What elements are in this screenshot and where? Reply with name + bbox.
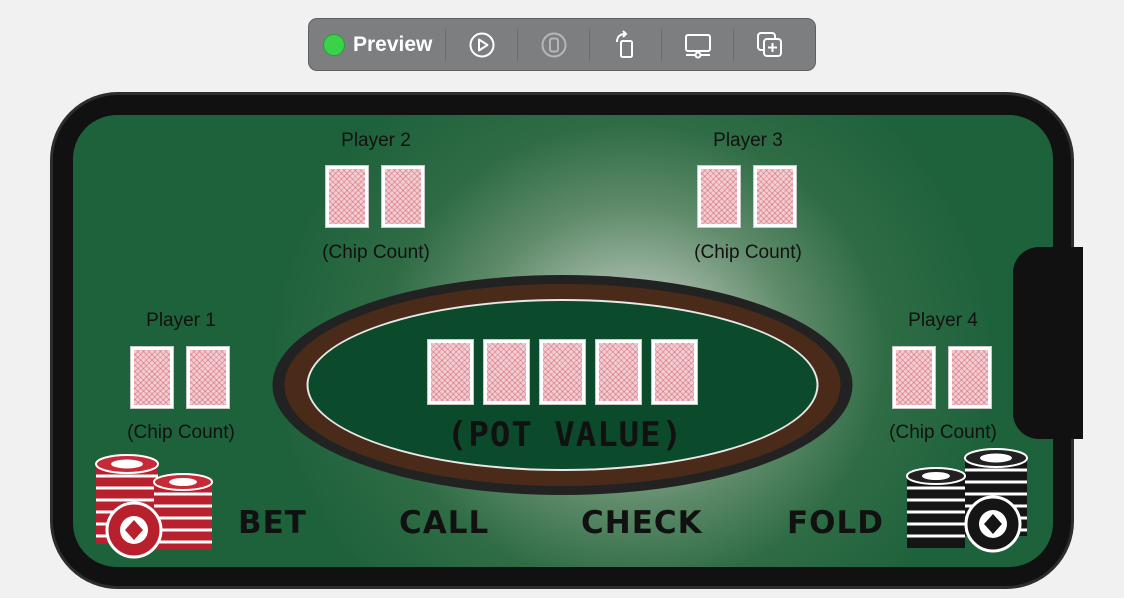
device-icon <box>541 32 566 57</box>
black-chip-stack-icon <box>906 448 1028 553</box>
red-chip-stack-icon <box>95 454 213 559</box>
player-3-card <box>697 165 741 228</box>
preview-toolbar: Preview <box>308 18 816 71</box>
rotate-button[interactable] <box>590 19 661 70</box>
community-card <box>595 339 642 405</box>
device-settings-icon <box>684 33 711 58</box>
player-1-chip-count: (Chip Count) <box>127 422 235 443</box>
player-3-chip-count: (Chip Count) <box>694 242 802 263</box>
bet-button[interactable]: BET <box>238 505 307 541</box>
preview-label: Preview <box>353 32 433 56</box>
status-dot-icon <box>323 33 345 56</box>
player-3-name: Player 3 <box>713 130 783 151</box>
device-button[interactable] <box>518 19 589 70</box>
player-1-name: Player 1 <box>146 310 216 331</box>
player-3-card <box>753 165 797 228</box>
check-button[interactable]: CHECK <box>581 505 703 541</box>
call-button[interactable]: CALL <box>399 505 489 541</box>
device-notch <box>1013 247 1083 439</box>
player-4-name: Player 4 <box>908 310 978 331</box>
player-4-chip-count: (Chip Count) <box>889 422 997 443</box>
player-2-chip-count: (Chip Count) <box>322 242 430 263</box>
play-icon <box>469 32 494 57</box>
device-settings-button[interactable] <box>662 19 733 70</box>
duplicate-icon <box>756 31 782 57</box>
community-card <box>427 339 474 405</box>
community-card <box>483 339 530 405</box>
live-preview-button[interactable] <box>446 19 517 70</box>
duplicate-button[interactable] <box>734 19 805 70</box>
player-2-card <box>381 165 425 228</box>
fold-button[interactable]: FOLD <box>787 505 884 541</box>
player-4-card <box>948 346 992 409</box>
rotate-icon <box>615 29 633 58</box>
pot-value: (POT VALUE) <box>446 415 684 455</box>
player-2-name: Player 2 <box>341 130 411 151</box>
community-card <box>651 339 698 405</box>
preview-status: Preview <box>309 19 445 70</box>
community-card <box>539 339 586 405</box>
player-1-card <box>130 346 174 409</box>
player-2-card <box>325 165 369 228</box>
player-1-card <box>186 346 230 409</box>
player-4-card <box>892 346 936 409</box>
